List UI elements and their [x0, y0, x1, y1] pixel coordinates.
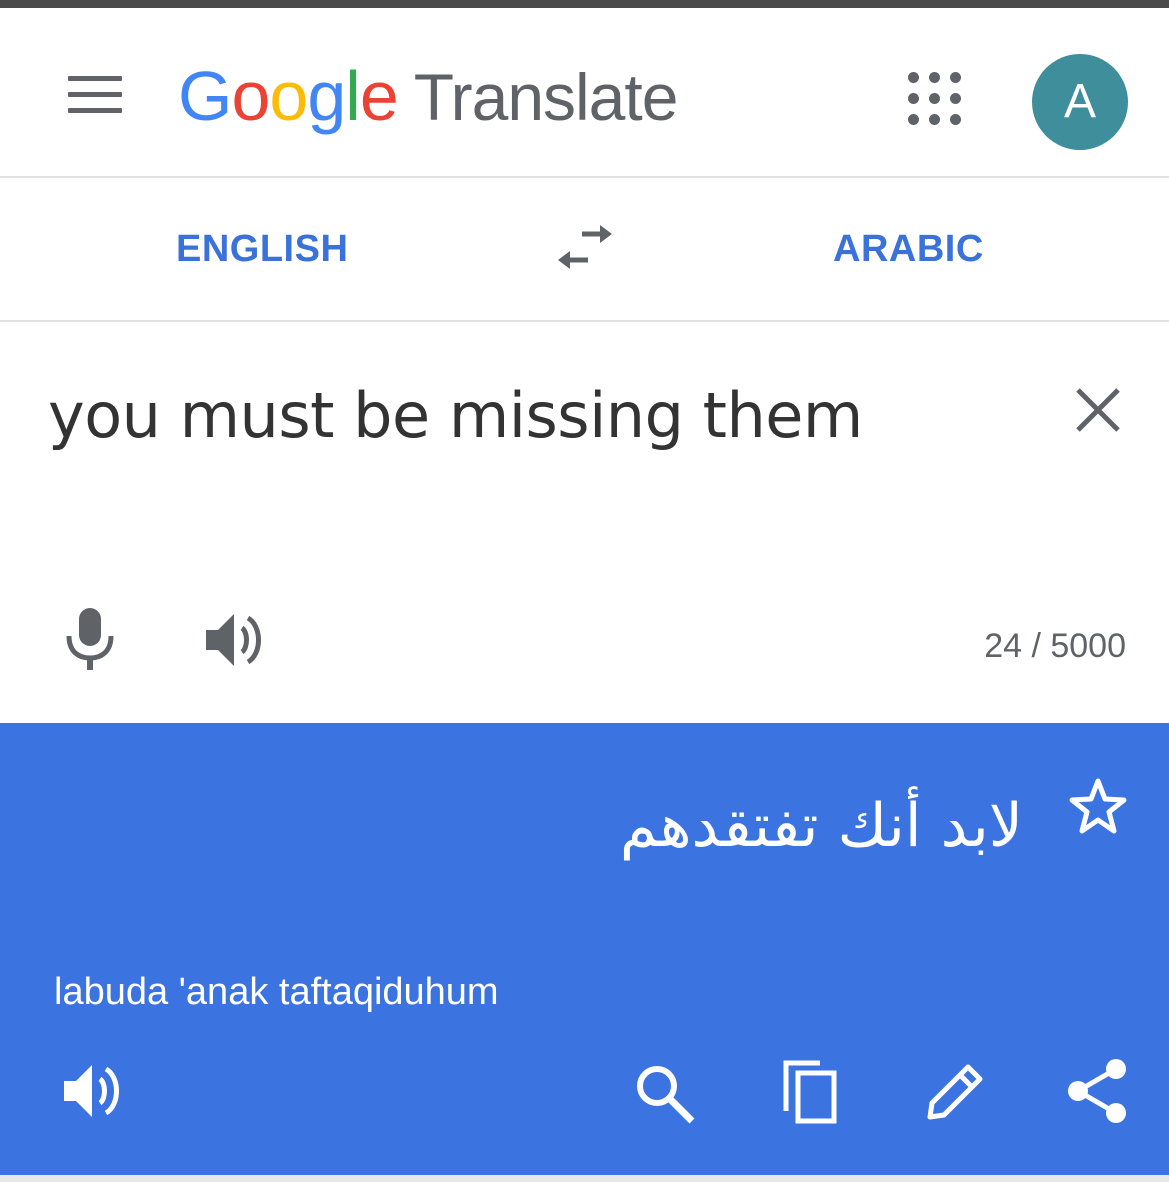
character-count: 24 / 5000 — [984, 627, 1126, 665]
logo-letter: o — [269, 57, 308, 135]
apps-grid-icon[interactable] — [904, 68, 966, 130]
logo-letter: e — [359, 57, 399, 135]
translation-result-card: لابد أنك تفتقدهم labuda 'anak taftaqiduh… — [0, 723, 1169, 1175]
product-name: Translate — [413, 60, 679, 134]
translated-text: لابد أنك تفتقدهم — [619, 791, 1023, 861]
logo-letter: g — [307, 57, 346, 135]
language-selector-bar: ENGLISH ARABIC — [0, 180, 1169, 322]
speaker-icon[interactable] — [58, 1059, 128, 1123]
app-bar: G o o g l e Translate A — [0, 8, 1169, 178]
google-translate-logo: G o o g l e Translate — [178, 56, 679, 136]
logo-letter: G — [178, 57, 232, 135]
copy-icon[interactable] — [776, 1055, 842, 1127]
logo-letter: l — [345, 57, 361, 135]
speaker-icon[interactable] — [200, 608, 270, 672]
search-icon[interactable] — [632, 1061, 698, 1127]
star-icon[interactable] — [1066, 775, 1130, 839]
hamburger-menu-icon[interactable] — [62, 70, 128, 120]
share-icon[interactable] — [1064, 1057, 1130, 1125]
swap-arrows-icon[interactable] — [552, 220, 618, 276]
close-icon[interactable] — [1070, 382, 1126, 438]
microphone-icon[interactable] — [58, 604, 122, 674]
target-language-button[interactable]: ARABIC — [833, 224, 984, 274]
edit-icon[interactable] — [922, 1059, 988, 1125]
bottom-edge — [0, 1175, 1169, 1182]
status-bar — [0, 0, 1169, 8]
source-input-area[interactable]: you must be missing them 24 / 5000 — [0, 324, 1169, 722]
source-language-button[interactable]: ENGLISH — [176, 224, 348, 274]
logo-letter: o — [231, 57, 270, 135]
transliteration-text: labuda 'anak taftaqiduhum — [54, 971, 499, 1013]
account-avatar[interactable]: A — [1032, 54, 1128, 150]
source-text-input[interactable]: you must be missing them — [48, 378, 863, 454]
